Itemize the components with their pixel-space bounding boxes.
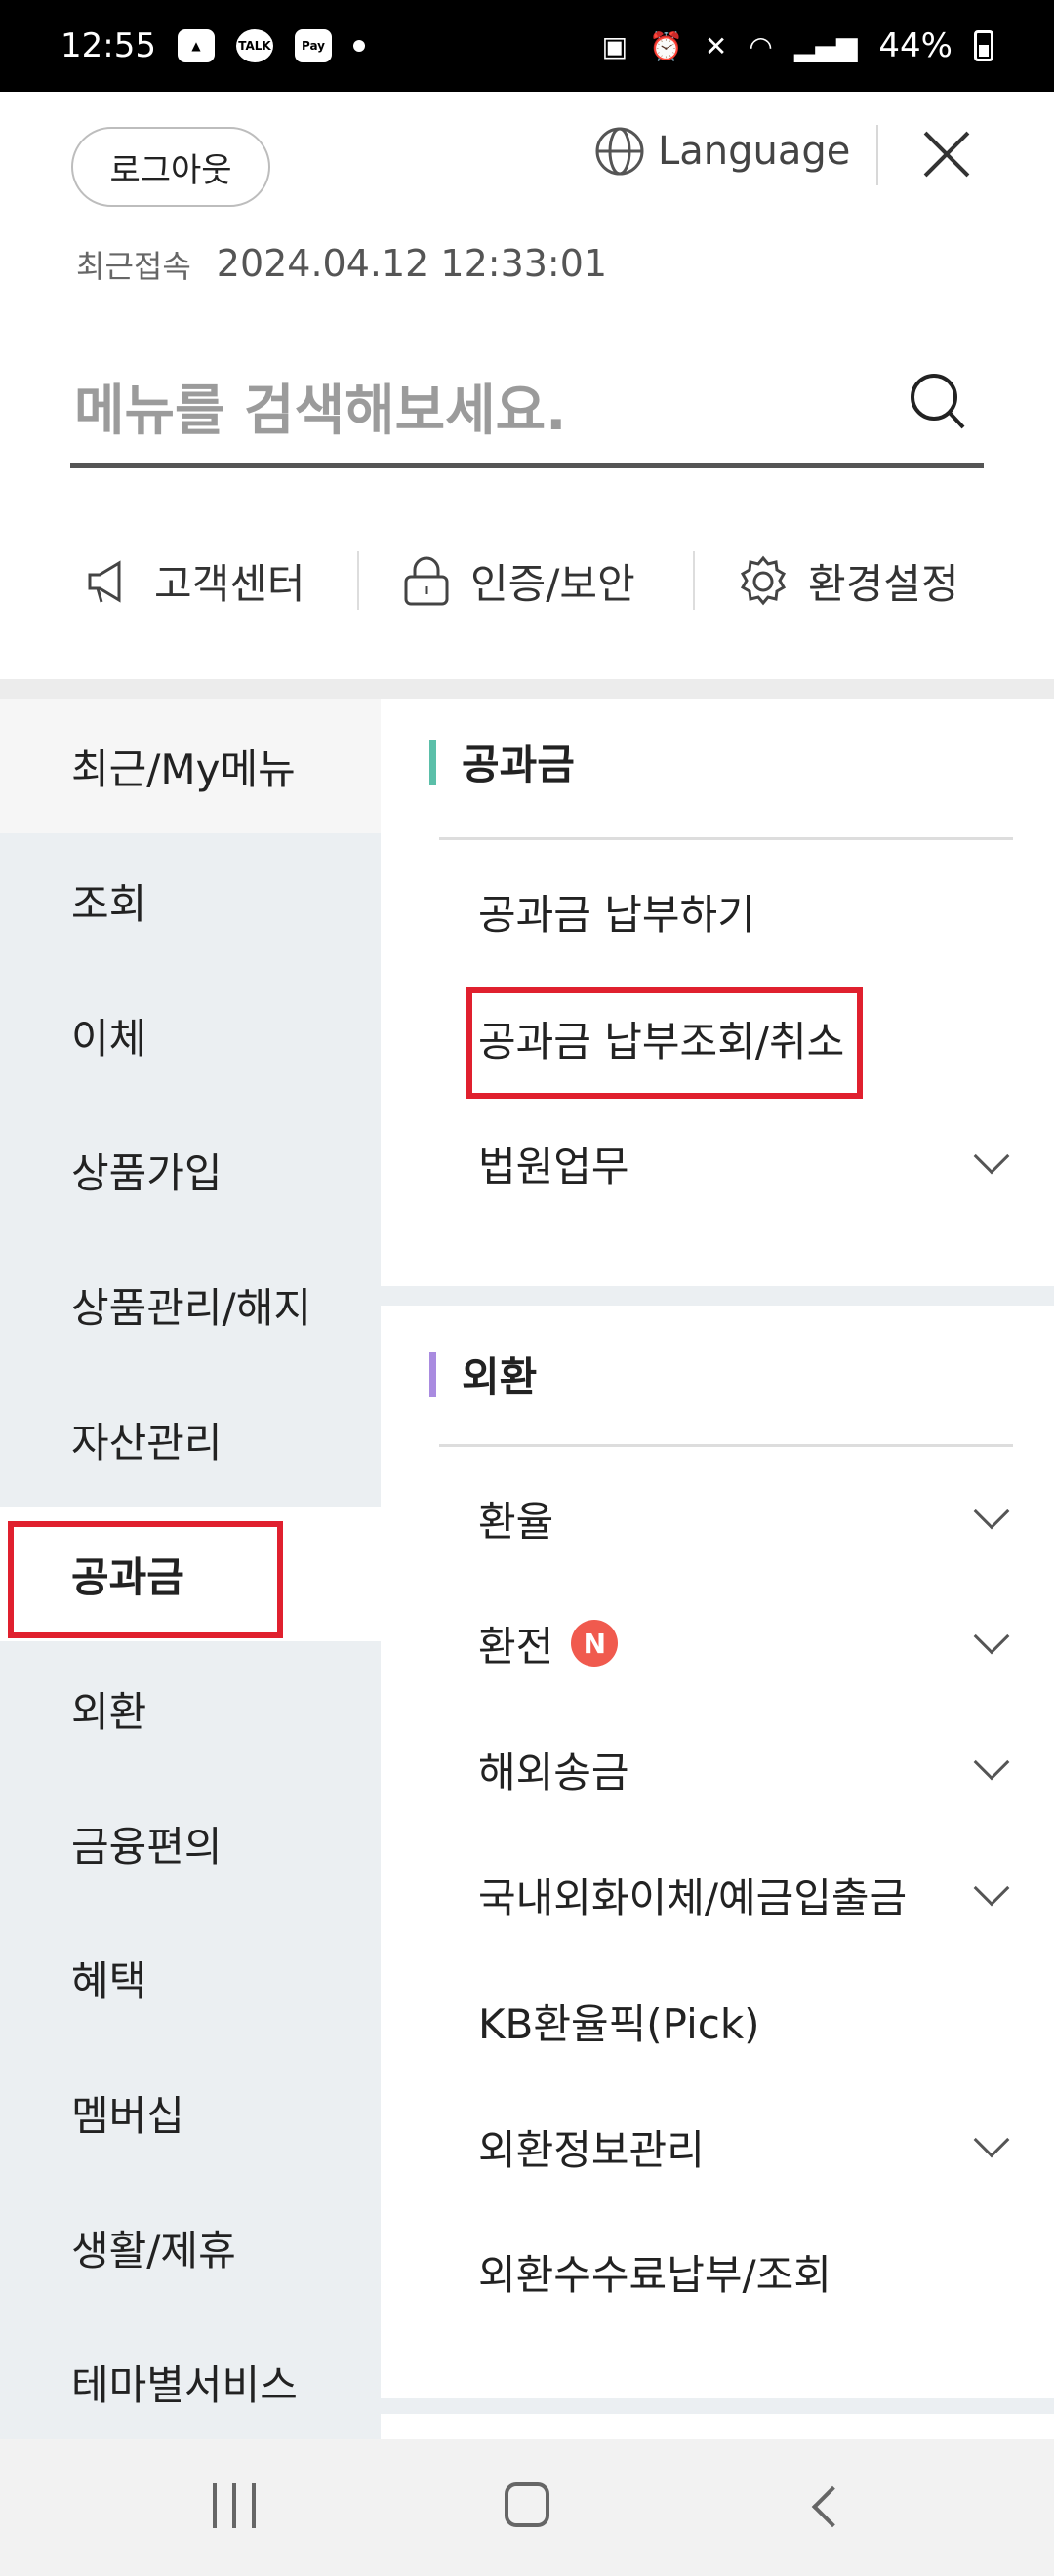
status-time: 12:55 xyxy=(61,26,156,65)
battery-percent: 44% xyxy=(878,26,953,65)
menu-item-label: 국내외화이체/예금입출금 xyxy=(478,1873,908,1922)
section-divider xyxy=(439,837,1013,840)
chevron-down-icon xyxy=(973,1744,1010,1781)
next-section-edge xyxy=(381,2414,1054,2439)
mute-icon: ✕ xyxy=(704,29,728,62)
category-item-recent[interactable]: 최근/My메뉴 xyxy=(0,699,381,833)
section-title: 외환 xyxy=(429,1345,538,1404)
category-item-product-manage[interactable]: 상품관리/해지 xyxy=(0,1237,381,1372)
gear-icon xyxy=(740,555,787,605)
search-placeholder: 메뉴를 검색해보세요. xyxy=(74,380,567,443)
section-divider xyxy=(439,1444,1013,1447)
category-item-benefits[interactable]: 혜택 xyxy=(0,1911,381,2045)
chevron-down-icon xyxy=(973,1493,1010,1530)
new-badge: N xyxy=(571,1620,619,1667)
gallery-icon: ▲ xyxy=(177,29,215,62)
chevron-down-icon xyxy=(973,1138,1010,1175)
quick-menu-label: 고객센터 xyxy=(154,560,305,608)
section-accent-bar xyxy=(429,1351,436,1397)
signal-icon: ▂▄▆ xyxy=(793,29,858,62)
chevron-down-icon xyxy=(973,2121,1010,2158)
category-item-theme-services[interactable]: 테마별서비스 xyxy=(0,2314,381,2449)
data-saver-icon: ▣ xyxy=(601,29,628,62)
system-navigation-bar xyxy=(0,2439,1054,2576)
menu-item-currency-exchange[interactable]: 환전 N xyxy=(478,1616,1010,1670)
category-item-assets[interactable]: 자산관리 xyxy=(0,1372,381,1507)
back-icon[interactable] xyxy=(811,2485,854,2528)
section-divider-band xyxy=(0,679,1054,699)
language-label: Language xyxy=(658,129,851,174)
alarm-icon: ⏰ xyxy=(649,29,683,62)
last-login: 최근접속 2024.04.12 12:33:01 xyxy=(76,242,607,287)
menu-item-court-services[interactable]: 법원업무 xyxy=(478,1136,1010,1190)
quick-menu: 고객센터 인증/보안 환경설정 xyxy=(0,542,1054,620)
language-button[interactable]: Language xyxy=(593,125,850,178)
section-foreign-exchange: 외환 환율 환전 N 해외송금 국내외화이체/예금입출금 KB환율픽(Pick)… xyxy=(381,1306,1054,2398)
close-icon[interactable] xyxy=(922,130,971,179)
section-title-text: 공과금 xyxy=(462,741,575,788)
talk-icon: TALK xyxy=(235,29,273,62)
section-title: 공과금 xyxy=(429,732,575,791)
menu-item-label: 환전 xyxy=(478,1622,554,1670)
logout-button[interactable]: 로그아웃 xyxy=(71,127,270,207)
globe-icon xyxy=(595,127,644,176)
section-accent-bar xyxy=(429,739,436,785)
category-item-inquiry[interactable]: 조회 xyxy=(0,833,381,968)
auth-security-button[interactable]: 인증/보안 xyxy=(400,551,635,611)
home-icon[interactable] xyxy=(505,2482,549,2527)
notification-dot-icon xyxy=(352,40,365,52)
search-icon[interactable] xyxy=(908,371,966,431)
battery-icon xyxy=(974,30,993,61)
megaphone-icon xyxy=(88,559,121,603)
quick-menu-label: 환경설정 xyxy=(808,560,959,608)
lock-icon xyxy=(404,556,449,605)
menu-item-exchange-rate[interactable]: 환율 xyxy=(478,1491,1010,1546)
menu-item-label: 외환정보관리 xyxy=(478,2125,705,2174)
last-login-time: 2024.04.12 12:33:01 xyxy=(216,242,608,285)
header-divider xyxy=(876,125,878,185)
chevron-down-icon xyxy=(973,1870,1010,1907)
menu-item-label: 환율 xyxy=(478,1497,554,1546)
menu-item-kb-fx-pick[interactable]: KB환율픽(Pick) xyxy=(478,1993,1010,2048)
last-login-label: 최근접속 xyxy=(76,248,191,285)
highlight-box-active-category xyxy=(8,1521,283,1638)
menu-item-overseas-remittance[interactable]: 해외송금 xyxy=(478,1742,1010,1796)
chevron-down-icon xyxy=(973,1618,1010,1655)
menu-item-label: 외환수수료납부/조회 xyxy=(478,2250,831,2299)
quick-divider xyxy=(693,551,695,610)
wifi-icon: ◠ xyxy=(749,29,773,62)
category-item-financial-convenience[interactable]: 금융편의 xyxy=(0,1776,381,1911)
search-input[interactable]: 메뉴를 검색해보세요. xyxy=(70,361,984,468)
menu-item-label: 공과금 납부하기 xyxy=(478,890,755,939)
menu-item-label: KB환율픽(Pick) xyxy=(478,1999,760,2048)
menu-item-label: 법원업무 xyxy=(478,1142,629,1190)
category-item-foreign-exchange[interactable]: 외환 xyxy=(0,1641,381,1776)
section-title-text: 외환 xyxy=(462,1353,538,1401)
menu-item-fx-fee-payment[interactable]: 외환수수료납부/조회 xyxy=(478,2244,1010,2299)
status-bar: 12:55 ▲ TALK Pay ▣ ⏰ ✕ ◠ ▂▄▆ 44% xyxy=(0,0,1054,92)
quick-divider xyxy=(357,551,359,610)
customer-center-button[interactable]: 고객센터 xyxy=(84,551,305,611)
menu-item-pay-bills[interactable]: 공과금 납부하기 xyxy=(478,884,1010,939)
menu-item-fx-info-management[interactable]: 외환정보관리 xyxy=(478,2119,1010,2174)
category-item-lifestyle[interactable]: 생활/제휴 xyxy=(0,2180,381,2314)
menu-item-domestic-fx-transfer[interactable]: 국내외화이체/예금입출금 xyxy=(478,1868,1010,1922)
menu-item-label: 해외송금 xyxy=(478,1748,629,1796)
recent-apps-icon[interactable] xyxy=(213,2483,256,2528)
category-item-membership[interactable]: 멤버십 xyxy=(0,2045,381,2180)
settings-button[interactable]: 환경설정 xyxy=(736,551,959,611)
category-item-transfer[interactable]: 이체 xyxy=(0,968,381,1103)
quick-menu-label: 인증/보안 xyxy=(470,560,635,608)
category-item-product-join[interactable]: 상품가입 xyxy=(0,1103,381,1237)
pay-icon: Pay xyxy=(294,29,332,62)
highlight-box-menu-item xyxy=(466,987,863,1099)
